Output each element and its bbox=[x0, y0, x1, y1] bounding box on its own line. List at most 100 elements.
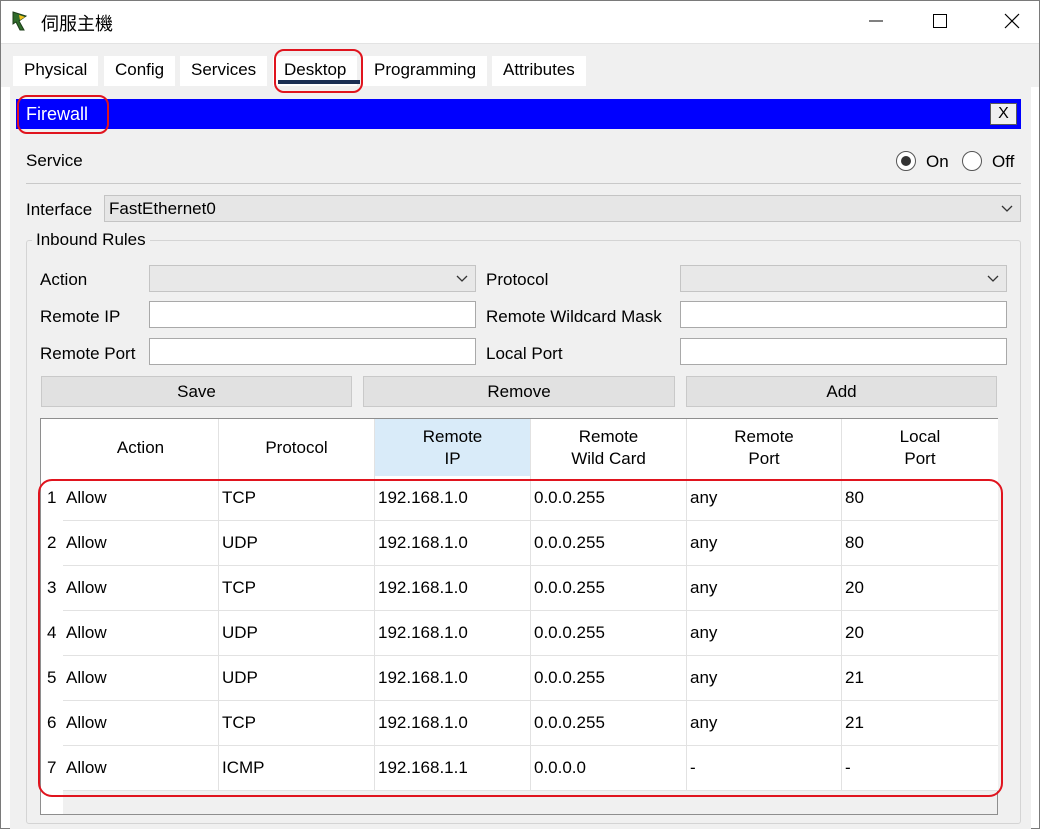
cell-remote-port[interactable]: - bbox=[687, 746, 842, 791]
remote-wildcard-input[interactable] bbox=[680, 301, 1007, 328]
cell-protocol[interactable]: TCP bbox=[219, 701, 375, 746]
cell-remote-wildcard[interactable]: 0.0.0.255 bbox=[531, 611, 687, 656]
packet-tracer-icon bbox=[10, 10, 32, 32]
action-select[interactable] bbox=[149, 265, 476, 292]
cell-remote-port[interactable]: any bbox=[687, 611, 842, 656]
tab-attributes[interactable]: Attributes bbox=[492, 56, 586, 86]
service-on-radio[interactable] bbox=[896, 151, 916, 171]
header-line: Port bbox=[904, 448, 936, 468]
header-line: Remote bbox=[734, 426, 794, 446]
cell-protocol[interactable]: UDP bbox=[219, 656, 375, 701]
firewall-title-bar: Firewall bbox=[16, 99, 1021, 129]
cell-local-port[interactable]: 80 bbox=[842, 476, 998, 521]
remote-port-label: Remote Port bbox=[40, 344, 136, 363]
cell-action[interactable]: Allow bbox=[63, 521, 219, 566]
header-line: Local bbox=[899, 426, 941, 446]
cell-remote-ip[interactable]: 192.168.1.0 bbox=[375, 611, 531, 656]
cell-local-port[interactable]: 21 bbox=[842, 656, 998, 701]
cell-local-port[interactable]: 20 bbox=[842, 566, 998, 611]
protocol-select[interactable] bbox=[680, 265, 1007, 292]
cell-protocol[interactable]: ICMP bbox=[219, 746, 375, 791]
cell-remote-ip[interactable]: 192.168.1.0 bbox=[375, 701, 531, 746]
firewall-title: Firewall bbox=[26, 104, 89, 124]
cell-remote-wildcard[interactable]: 0.0.0.255 bbox=[531, 656, 687, 701]
col-header-local-port[interactable]: Local Port bbox=[842, 419, 998, 476]
tab-physical[interactable]: Physical bbox=[13, 56, 99, 86]
tab-programming[interactable]: Programming bbox=[363, 56, 488, 86]
cell-action[interactable]: Allow bbox=[63, 656, 219, 701]
header-line: Remote bbox=[422, 426, 483, 446]
cell-local-port[interactable]: 20 bbox=[842, 611, 998, 656]
chevron-down-icon bbox=[1001, 205, 1013, 212]
col-header-protocol[interactable]: Protocol bbox=[219, 419, 375, 476]
local-port-label: Local Port bbox=[486, 344, 563, 363]
minimize-icon bbox=[869, 20, 883, 22]
cell-local-port[interactable]: 80 bbox=[842, 521, 998, 566]
cell-remote-port[interactable]: any bbox=[687, 656, 842, 701]
header-line: Wild Card bbox=[571, 448, 646, 468]
active-tab-indicator bbox=[278, 80, 360, 84]
cell-action[interactable]: Allow bbox=[63, 476, 219, 521]
col-header-action[interactable]: Action bbox=[63, 419, 219, 476]
cell-remote-ip[interactable]: 192.168.1.1 bbox=[375, 746, 531, 791]
col-header-remote-port[interactable]: Remote Port bbox=[687, 419, 842, 476]
cell-protocol[interactable]: UDP bbox=[219, 521, 375, 566]
cell-remote-port[interactable]: any bbox=[687, 566, 842, 611]
interface-select[interactable]: FastEthernet0 bbox=[104, 195, 1021, 222]
cell-protocol[interactable]: UDP bbox=[219, 611, 375, 656]
cell-action[interactable]: Allow bbox=[63, 611, 219, 656]
close-icon bbox=[1004, 13, 1020, 29]
cell-remote-wildcard[interactable]: 0.0.0.0 bbox=[531, 746, 687, 791]
interface-value: FastEthernet0 bbox=[109, 199, 216, 218]
local-port-input[interactable] bbox=[680, 338, 1007, 365]
cell-local-port[interactable]: 21 bbox=[842, 701, 998, 746]
cell-action[interactable]: Allow bbox=[63, 566, 219, 611]
cell-remote-wildcard[interactable]: 0.0.0.255 bbox=[531, 566, 687, 611]
table-footer bbox=[63, 791, 997, 814]
cell-remote-port[interactable]: any bbox=[687, 701, 842, 746]
cell-protocol[interactable]: TCP bbox=[219, 476, 375, 521]
minimize-button[interactable] bbox=[853, 1, 899, 41]
service-off-radio[interactable] bbox=[962, 151, 982, 171]
cell-remote-ip[interactable]: 192.168.1.0 bbox=[375, 566, 531, 611]
tab-config[interactable]: Config bbox=[104, 56, 176, 86]
header-line: Remote bbox=[578, 426, 639, 446]
remove-button[interactable]: Remove bbox=[363, 376, 675, 407]
close-window-button[interactable] bbox=[989, 1, 1035, 41]
col-header-remote-ip[interactable]: Remote IP bbox=[375, 419, 531, 476]
row-number: 5 bbox=[47, 668, 57, 687]
protocol-label: Protocol bbox=[486, 270, 549, 289]
tab-services[interactable]: Services bbox=[180, 56, 268, 86]
cell-local-port[interactable]: - bbox=[842, 746, 998, 791]
title-bar: 伺服主機 bbox=[1, 1, 1039, 43]
cell-remote-port[interactable]: any bbox=[687, 476, 842, 521]
maximize-button[interactable] bbox=[917, 1, 963, 41]
col-header-remote-wildcard[interactable]: Remote Wild Card bbox=[531, 419, 687, 476]
add-button[interactable]: Add bbox=[686, 376, 997, 407]
close-firewall-button[interactable]: X bbox=[990, 103, 1017, 125]
cell-remote-ip[interactable]: 192.168.1.0 bbox=[375, 476, 531, 521]
remote-wildcard-label: Remote Wildcard Mask bbox=[486, 307, 662, 326]
action-label: Action bbox=[40, 270, 88, 289]
remote-port-input[interactable] bbox=[149, 338, 476, 365]
cell-protocol[interactable]: TCP bbox=[219, 566, 375, 611]
tab-bar: Physical Config Services Desktop Program… bbox=[1, 43, 1039, 87]
divider bbox=[26, 183, 1021, 184]
cell-action[interactable]: Allow bbox=[63, 746, 219, 791]
cell-remote-ip[interactable]: 192.168.1.0 bbox=[375, 521, 531, 566]
cell-remote-port[interactable]: any bbox=[687, 521, 842, 566]
service-off-label[interactable]: Off bbox=[992, 152, 1014, 172]
cell-remote-wildcard[interactable]: 0.0.0.255 bbox=[531, 476, 687, 521]
cell-remote-wildcard[interactable]: 0.0.0.255 bbox=[531, 701, 687, 746]
maximize-icon bbox=[933, 14, 947, 28]
window-title: 伺服主機 bbox=[41, 14, 113, 35]
service-on-label[interactable]: On bbox=[926, 152, 949, 172]
remote-ip-input[interactable] bbox=[149, 301, 476, 328]
save-button[interactable]: Save bbox=[41, 376, 352, 407]
inbound-rules-title: Inbound Rules bbox=[32, 230, 150, 250]
row-number: 6 bbox=[47, 713, 57, 732]
app-window: 伺服主機 Physical Config Services Desktop Pr… bbox=[0, 0, 1040, 829]
cell-remote-wildcard[interactable]: 0.0.0.255 bbox=[531, 521, 687, 566]
cell-action[interactable]: Allow bbox=[63, 701, 219, 746]
cell-remote-ip[interactable]: 192.168.1.0 bbox=[375, 656, 531, 701]
